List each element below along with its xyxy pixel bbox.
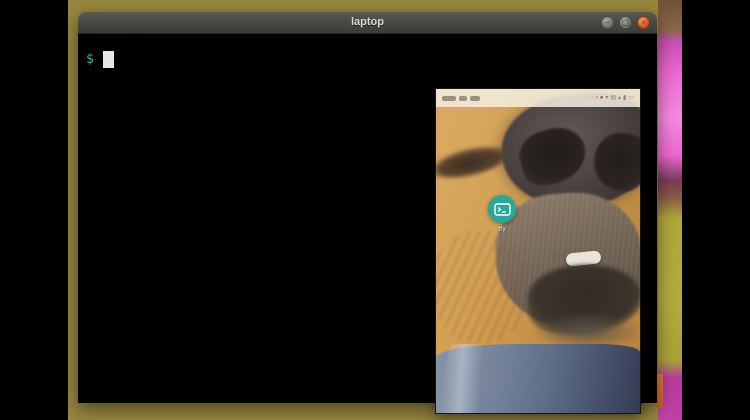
status-text-smudge: [459, 96, 467, 101]
terminal-window-glyph: [494, 203, 511, 216]
terminal-titlebar[interactable]: laptop – ▢ ×: [78, 12, 657, 34]
status-text-smudge: [470, 96, 480, 101]
status-icon: ▭: [628, 95, 634, 101]
status-right-icons: ◌ ▪ ● ▾ ▤ ▴ ▮ ▭: [590, 95, 634, 101]
terminal-cursor: [103, 51, 114, 68]
terminal-prompt-row: $: [86, 51, 114, 68]
close-button[interactable]: ×: [637, 16, 650, 29]
app-icon-label: tty: [476, 226, 528, 233]
window-controls: – ▢ ×: [601, 16, 650, 29]
screen: laptop – ▢ × $: [0, 0, 750, 420]
status-icon: ▤: [610, 95, 616, 101]
status-left-indicators: [442, 96, 480, 101]
phone-status-bar: ◌ ▪ ● ▾ ▤ ▴ ▮ ▭: [436, 89, 640, 107]
status-icon: ◌: [590, 95, 594, 101]
status-text-smudge: [442, 96, 456, 101]
shell-prompt: $: [86, 52, 94, 67]
dog-fur-texture: [435, 231, 528, 343]
wallpaper-orange-stem: [657, 374, 663, 408]
terminal-app-icon[interactable]: [488, 195, 516, 223]
denim-fabric: [436, 344, 640, 413]
status-icon: ▾: [605, 95, 608, 101]
window-title: laptop: [78, 12, 657, 33]
phone-mirror-window[interactable]: ◌ ▪ ● ▾ ▤ ▴ ▮ ▭ tty: [435, 88, 641, 414]
status-icon: ▴: [618, 95, 621, 101]
wallpaper-flower-strip: [658, 0, 682, 420]
battery-icon: ▮: [623, 95, 626, 101]
maximize-button[interactable]: ▢: [619, 16, 632, 29]
minimize-button[interactable]: –: [601, 16, 614, 29]
status-alert-icon: ●: [600, 95, 604, 101]
status-icon: ▪: [596, 95, 598, 101]
denim-fold-highlight: [435, 344, 495, 413]
